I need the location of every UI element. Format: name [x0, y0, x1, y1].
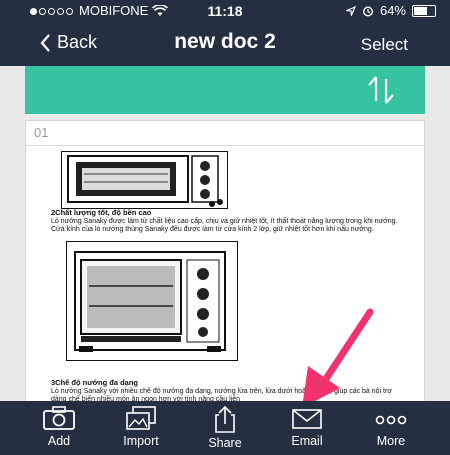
select-button[interactable]: Select [361, 35, 408, 55]
status-bar: MOBIFONE 11:18 64% [0, 0, 450, 22]
tab-import[interactable]: Import [106, 405, 176, 448]
tab-more[interactable]: More [356, 405, 426, 448]
tab-add[interactable]: Add [24, 405, 94, 448]
doc-line-2: Cửa kính của lò nướng thùng Sanaky đều đ… [51, 226, 374, 233]
doc-line-1: Lò nướng Sanaky được làm từ chất liệu ca… [51, 218, 398, 225]
tab-import-label: Import [123, 434, 159, 448]
tab-more-label: More [376, 434, 406, 448]
tab-share[interactable]: Share [190, 405, 260, 450]
mail-icon [292, 409, 322, 429]
annotation-arrow-icon [302, 308, 374, 408]
document-toolbar [25, 66, 425, 114]
location-icon [345, 5, 356, 16]
oven-photo-main [66, 241, 238, 361]
bottom-toolbar: Add Import Share Email More [0, 401, 450, 455]
doc-heading-1: 2Chất lượng tốt, độ bền cao [51, 208, 152, 217]
share-icon [215, 405, 235, 433]
status-right: 64% [345, 3, 436, 18]
images-icon [126, 406, 156, 430]
doc-heading-2: 3Chế độ nướng đa dạng [51, 378, 139, 387]
top-bar: MOBIFONE 11:18 64% Back new doc 2 Select [0, 0, 450, 66]
nav-bar: Back new doc 2 Select [0, 22, 450, 66]
battery-percent: 64% [379, 3, 406, 18]
tab-share-label: Share [208, 436, 242, 450]
camera-icon [43, 406, 75, 430]
oven-photo-top [61, 151, 228, 209]
battery-icon [412, 4, 436, 17]
tab-email-label: Email [291, 434, 323, 448]
page-number: 01 [34, 125, 49, 140]
back-button[interactable]: Back [40, 32, 97, 53]
more-icon [375, 415, 407, 425]
alarm-icon [362, 5, 373, 17]
chevron-left-icon [40, 33, 50, 52]
tab-email[interactable]: Email [272, 405, 342, 448]
tab-add-label: Add [47, 434, 71, 448]
page-divider [26, 145, 424, 146]
reorder-icon[interactable] [365, 74, 397, 106]
back-label: Back [57, 32, 98, 52]
